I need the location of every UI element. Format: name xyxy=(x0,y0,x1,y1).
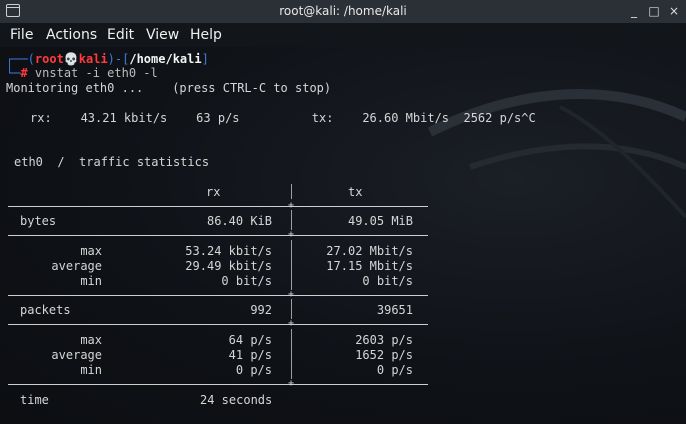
column-separator xyxy=(291,299,292,319)
table-divider xyxy=(8,295,428,296)
menu-edit[interactable]: Edit xyxy=(107,27,134,43)
row-label-average: average xyxy=(51,259,102,273)
live-rate-line: rx: 43.21 kbit/s 63 p/s tx: 26.60 Mbit/s… xyxy=(30,111,536,125)
command-text: vnstat -i eth0 -l xyxy=(34,66,158,80)
prompt-user: root xyxy=(34,52,64,66)
table-divider xyxy=(8,235,428,236)
menu-help[interactable]: Help xyxy=(190,27,222,43)
prompt-host: kali xyxy=(78,52,108,66)
pps-average-tx: 1652 p/s xyxy=(355,348,413,362)
pps-average-rx: 41 p/s xyxy=(228,348,272,362)
rate-max-rx: 53.24 kbit/s xyxy=(185,244,272,258)
menu-bar: File Actions Edit View Help xyxy=(0,23,686,47)
table-junction: + xyxy=(288,289,295,300)
bytes-rx: 86.40 KiB xyxy=(206,214,272,228)
table-junction: + xyxy=(288,378,295,389)
row-label-time: time xyxy=(20,393,49,407)
menu-actions[interactable]: Actions xyxy=(46,27,97,43)
row-label-max: max xyxy=(80,333,102,347)
table-junction: + xyxy=(288,229,295,240)
rate-max-tx: 27.02 Mbit/s xyxy=(326,244,413,258)
table-divider xyxy=(8,324,428,325)
row-label-packets: packets xyxy=(20,303,71,317)
col-header-rx: rx xyxy=(206,185,221,199)
prompt-path: /home/kali xyxy=(129,52,202,66)
menu-view[interactable]: View xyxy=(146,27,179,43)
table-junction: + xyxy=(288,200,295,211)
pps-min-tx: 0 p/s xyxy=(376,363,413,377)
row-label-max: max xyxy=(80,244,102,258)
rate-average-rx: 29.49 kbit/s xyxy=(185,259,272,273)
pps-min-rx: 0 p/s xyxy=(235,363,272,377)
prompt-line: ┌──(root💀kali)-[/home/kali] xyxy=(6,52,209,66)
column-separator xyxy=(291,210,292,230)
row-label-min: min xyxy=(80,363,102,377)
pps-max-rx: 64 p/s xyxy=(228,333,272,347)
monitor-hint: (press CTRL-C to stop) xyxy=(172,81,332,95)
maximize-button[interactable]: □ xyxy=(646,3,662,19)
rate-average-tx: 17.15 Mbit/s xyxy=(326,259,413,273)
row-label-bytes: bytes xyxy=(20,214,57,228)
column-separator xyxy=(291,329,292,379)
title-bar: root@kali: /home/kali _ □ × xyxy=(0,0,686,23)
rate-min-rx: 0 bit/s xyxy=(221,274,272,288)
stats-heading: eth0 / traffic statistics xyxy=(14,155,210,169)
col-header-tx: tx xyxy=(348,185,363,199)
packets-rx: 992 xyxy=(250,303,272,317)
command-line: └─# vnstat -i eth0 -l xyxy=(6,66,158,80)
monitor-status-line: Monitoring eth0 ... (press CTRL-C to sto… xyxy=(6,81,331,95)
minimize-button[interactable]: _ xyxy=(626,3,642,19)
skull-icon: 💀 xyxy=(63,52,79,66)
row-label-min: min xyxy=(80,274,102,288)
column-separator xyxy=(291,240,292,290)
row-label-average: average xyxy=(51,348,102,362)
rate-min-tx: 0 bit/s xyxy=(362,274,413,288)
table-junction: + xyxy=(288,318,295,329)
menu-file[interactable]: File xyxy=(10,27,33,43)
monitor-status: Monitoring eth0 ... xyxy=(6,81,144,95)
window-title: root@kali: /home/kali xyxy=(279,4,407,18)
time-value: 24 seconds xyxy=(200,393,273,407)
column-separator xyxy=(291,184,292,199)
bytes-tx: 49.05 MiB xyxy=(347,214,413,228)
terminal-output[interactable]: ┌──(root💀kali)-[/home/kali] └─# vnstat -… xyxy=(0,47,686,424)
table-divider xyxy=(8,206,428,207)
table-divider xyxy=(8,384,428,385)
pps-max-tx: 2603 p/s xyxy=(355,333,413,347)
close-button[interactable]: × xyxy=(666,3,682,19)
packets-tx: 39651 xyxy=(376,303,413,317)
